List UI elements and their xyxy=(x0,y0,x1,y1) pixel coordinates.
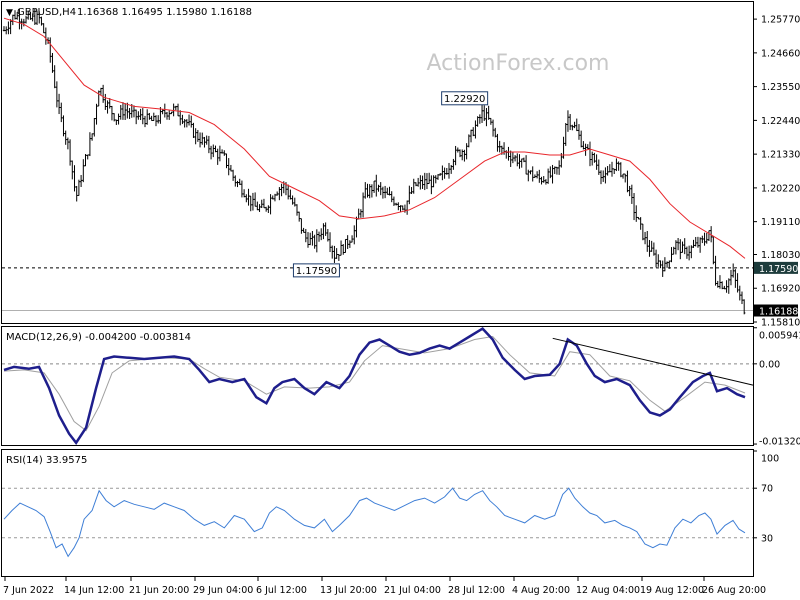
price-annotation-label: 1.17590 xyxy=(296,266,337,277)
time-tick-label: 13 Jul 20:00 xyxy=(320,585,377,596)
macd-tick-label: 0.00 xyxy=(759,359,780,370)
time-tick-label: 4 Aug 20:00 xyxy=(512,585,570,596)
header-marker-icon: ▼ xyxy=(6,8,13,18)
ohlc-readout: 1.16368 1.16495 1.15980 1.16188 xyxy=(77,7,252,18)
time-tick-label: 21 Jul 04:00 xyxy=(384,585,441,596)
price-tick-label: 1.24660 xyxy=(761,48,800,59)
price-tick-label: 1.20220 xyxy=(761,183,800,194)
rsi-tick-label: 30 xyxy=(761,533,773,544)
price-tick-label: 1.21330 xyxy=(761,150,800,161)
price-tick-label: 1.22440 xyxy=(761,116,800,127)
price-tick-label: 1.23550 xyxy=(761,82,800,93)
macd-tick-label: 0.005941 xyxy=(759,331,800,342)
macd-tick-label: -0.013207 xyxy=(759,437,800,448)
price-tick-label: 1.16920 xyxy=(761,284,800,295)
macd-title: MACD(12,26,9) -0.004200 -0.003814 xyxy=(6,332,191,343)
price-tick-label: 1.25770 xyxy=(761,15,800,26)
time-tick-label: 28 Jul 12:00 xyxy=(448,585,505,596)
time-tick-label: 6 Jul 12:00 xyxy=(256,585,307,596)
price-tick-label: 1.18030 xyxy=(761,250,800,261)
time-tick-label: 21 Jun 20:00 xyxy=(129,585,189,596)
time-tick-label: 29 Jun 04:00 xyxy=(193,585,253,596)
watermark-text: ActionForex.com xyxy=(427,51,610,76)
time-tick-label: 19 Aug 12:00 xyxy=(640,585,704,596)
price-annotation-label: 1.22920 xyxy=(444,94,485,105)
time-tick-label: 14 Jun 12:00 xyxy=(64,585,124,596)
level-price-label: 1.17590 xyxy=(759,264,798,275)
time-tick-label: 12 Aug 04:00 xyxy=(576,585,640,596)
current-price-label: 1.16188 xyxy=(759,307,798,318)
time-tick-label: 7 Jun 2022 xyxy=(3,585,54,596)
rsi-tick-label: 70 xyxy=(761,484,773,495)
chart-background xyxy=(0,0,800,600)
price-tick-label: 1.15810 xyxy=(761,318,800,329)
rsi-tick-label: 100 xyxy=(761,454,779,465)
time-tick-label: 26 Aug 20:00 xyxy=(702,585,766,596)
rsi-title: RSI(14) 33.9575 xyxy=(6,455,87,466)
price-tick-label: 1.19110 xyxy=(761,217,800,228)
forex-chart: ActionForex.com ▼ GBPUSD,H4 1.16368 1.16… xyxy=(0,0,800,600)
